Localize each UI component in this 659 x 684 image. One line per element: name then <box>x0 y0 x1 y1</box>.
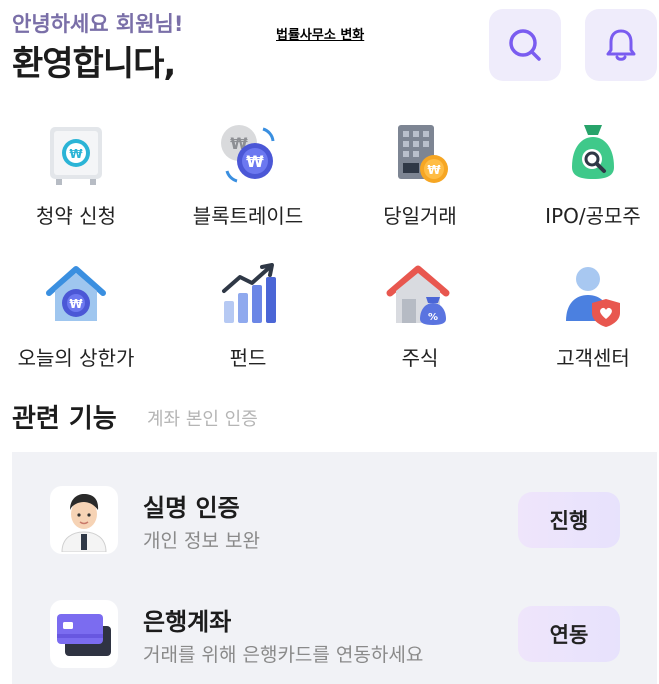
top-link[interactable]: 법률사무소 변화 <box>276 24 364 43</box>
svg-text:₩: ₩ <box>69 297 83 311</box>
proceed-button[interactable]: 진행 <box>518 492 620 548</box>
list-item-title: 실명 인증 <box>143 494 240 522</box>
list-item-bank-account: 은행계좌 거래를 위해 은행카드를 연동하세요 연동 <box>12 576 657 684</box>
menu-item-stock[interactable]: % 주식 <box>340 260 500 371</box>
search-icon <box>509 29 541 61</box>
menu-item-customer-center[interactable]: 고객센터 <box>513 260 659 371</box>
building-coin-icon: ₩ <box>398 125 448 183</box>
menu-item-subscription[interactable]: ₩ 청약 신청 <box>0 118 156 229</box>
avatar <box>50 486 118 554</box>
menu-label: 주식 <box>401 346 439 370</box>
menu-label: IPO/공모주 <box>545 204 641 228</box>
notification-button[interactable] <box>585 9 657 81</box>
menu-item-upper-limit[interactable]: ₩ 오늘의 상한가 <box>0 260 156 371</box>
bar-chart-up-icon <box>222 263 276 323</box>
greeting-main: 환영합니다, <box>12 44 176 84</box>
avatar <box>50 600 118 668</box>
menu-label: 블록트레이드 <box>192 204 304 228</box>
list-item-real-name-auth: 실명 인증 개인 정보 보완 진행 <box>12 462 657 572</box>
menu-item-same-day-trade[interactable]: ₩ 당일거래 <box>340 118 500 229</box>
svg-text:₩: ₩ <box>69 147 83 161</box>
svg-text:%: % <box>428 312 438 323</box>
list-item-desc: 개인 정보 보완 <box>143 530 260 552</box>
link-button[interactable]: 연동 <box>518 606 620 662</box>
safe-won-icon: ₩ <box>50 127 102 185</box>
menu-label: 고객센터 <box>556 346 630 370</box>
menu-item-fund[interactable]: 펀드 <box>168 260 328 371</box>
menu-label: 오늘의 상한가 <box>17 346 135 370</box>
menu-label: 당일거래 <box>383 204 457 228</box>
related-features-panel: 실명 인증 개인 정보 보완 진행 은행계좌 거래를 위해 은행카드를 연동하세… <box>12 452 657 684</box>
user-heart-shield-icon <box>566 267 620 327</box>
menu-label: 청약 신청 <box>36 204 116 228</box>
section-subtitle: 계좌 본인 인증 <box>147 409 258 430</box>
menu-label: 펀드 <box>229 346 267 370</box>
house-percent-icon: % <box>386 265 450 325</box>
section-title: 관련 기능 <box>12 404 117 434</box>
svg-text:₩: ₩ <box>246 152 264 171</box>
bell-icon <box>606 29 636 61</box>
bank-card-icon <box>57 614 111 656</box>
coin-exchange-icon: ₩ ₩ <box>221 125 275 183</box>
greeting-sub: 안녕하세요 회원님! <box>12 12 184 36</box>
list-item-title: 은행계좌 <box>143 608 232 636</box>
person-avatar-icon <box>61 494 107 552</box>
search-button[interactable] <box>489 9 561 81</box>
money-bag-search-icon <box>572 125 614 179</box>
list-item-desc: 거래를 위해 은행카드를 연동하세요 <box>143 644 424 666</box>
house-won-icon: ₩ <box>46 266 106 321</box>
menu-item-ipo[interactable]: IPO/공모주 <box>513 118 659 229</box>
svg-text:₩: ₩ <box>427 163 441 177</box>
menu-item-block-trade[interactable]: ₩ ₩ 블록트레이드 <box>168 118 328 229</box>
